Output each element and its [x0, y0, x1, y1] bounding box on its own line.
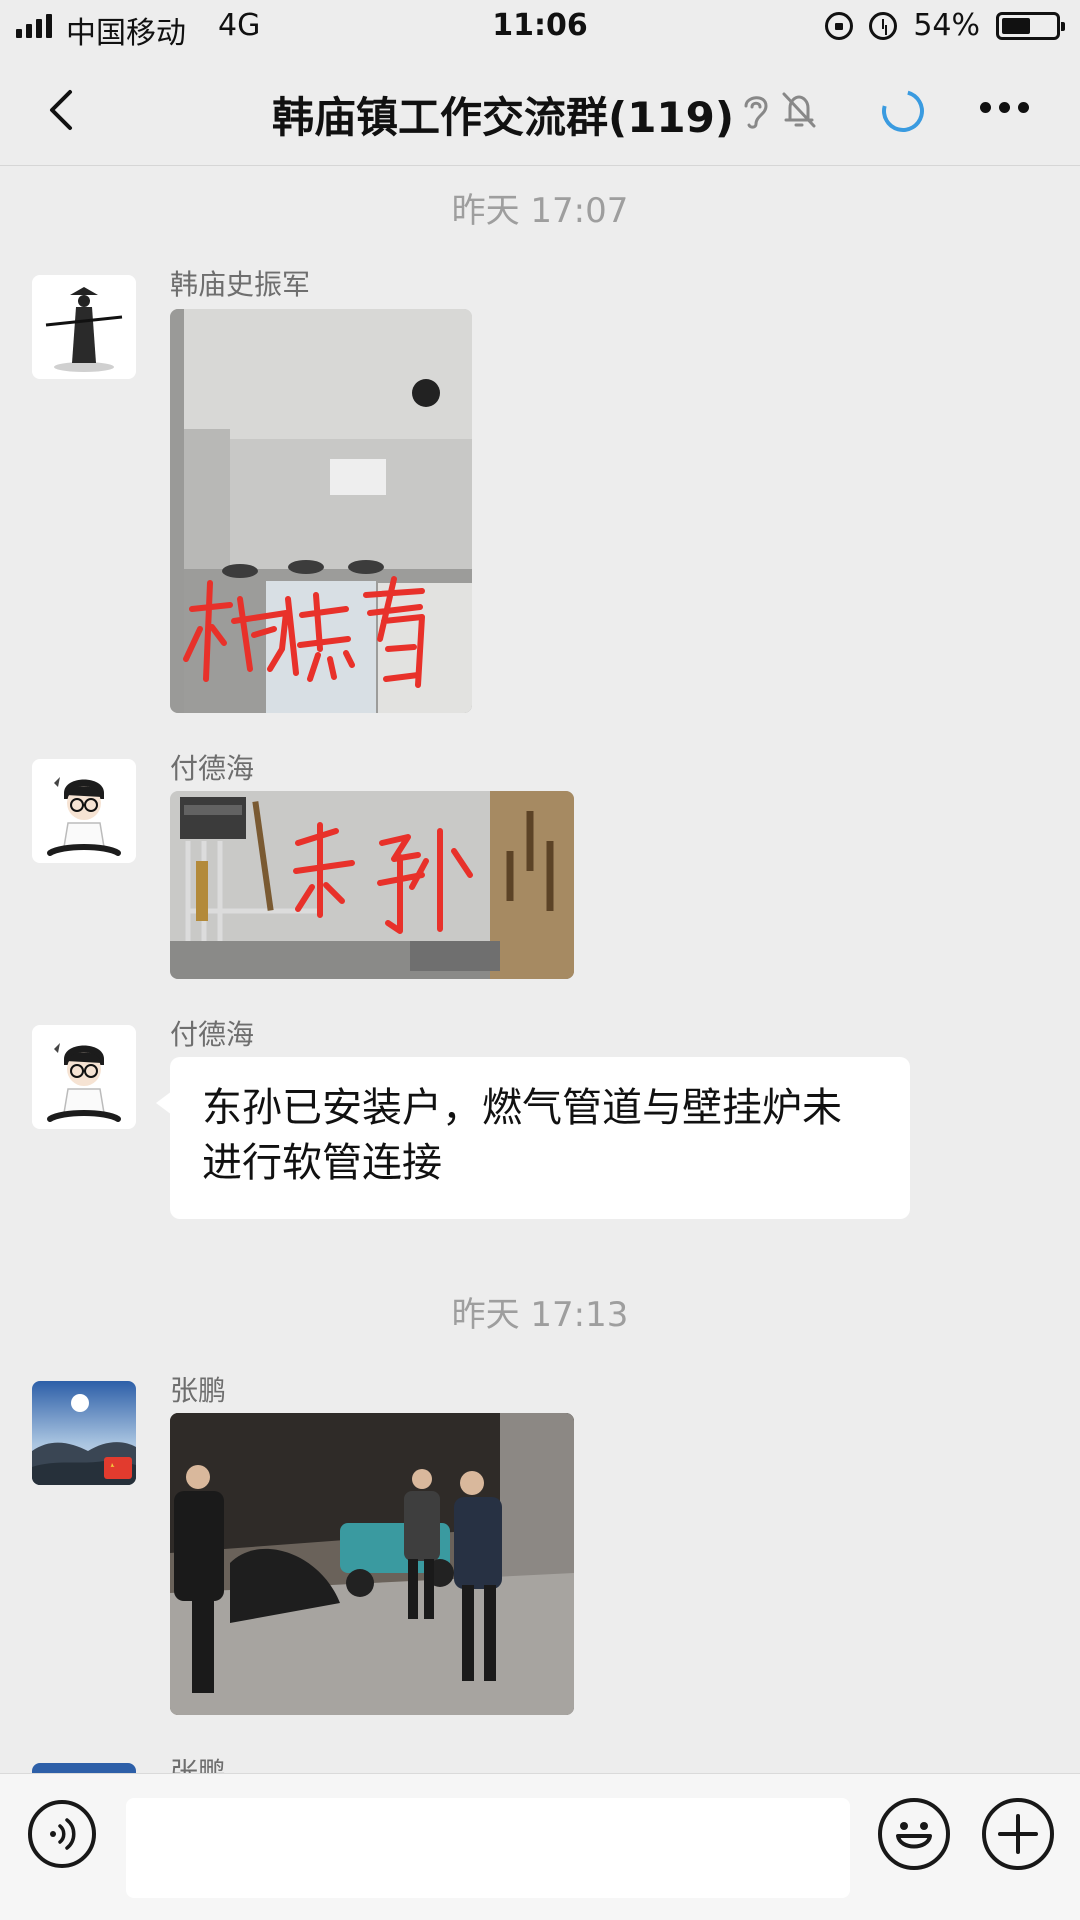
avatar[interactable] — [32, 275, 136, 379]
group-title: 韩庙镇工作交流群(119) — [272, 93, 735, 142]
avatar[interactable] — [32, 1381, 136, 1485]
battery-fill — [1002, 17, 1030, 34]
avatar[interactable] — [32, 759, 136, 863]
image-message[interactable] — [170, 309, 472, 713]
battery-percent: 54% — [913, 8, 980, 43]
sender-name: 张鹏 — [170, 1756, 227, 1773]
signal-icon — [16, 14, 52, 38]
voice-icon[interactable] — [28, 1800, 96, 1868]
bell-off-icon — [782, 92, 816, 128]
avatar[interactable] — [32, 1025, 136, 1129]
message-input[interactable] — [126, 1798, 850, 1898]
sender-name: 付德海 — [170, 1018, 255, 1051]
alarm-icon — [869, 11, 898, 40]
sender-name: 张鹏 — [170, 1374, 227, 1407]
time-stamp: 昨天 17:13 — [451, 1295, 629, 1335]
loading-icon — [874, 82, 932, 140]
message-list[interactable]: 昨天 17:07 韩庙史振军 付德海 付德海 东孙已安装户，燃气管道与壁挂炉未进… — [0, 167, 1080, 1773]
image-message[interactable] — [170, 1413, 574, 1715]
rotation-lock-icon — [825, 11, 854, 40]
plus-icon[interactable] — [982, 1798, 1054, 1870]
sender-name: 韩庙史振军 — [170, 268, 311, 301]
status-bar: 中国移动 4G 11:06 54% — [0, 0, 1080, 54]
image-message[interactable] — [170, 791, 574, 979]
emoji-icon[interactable] — [878, 1798, 950, 1870]
avatar[interactable] — [32, 1763, 136, 1773]
carrier-name: 中国移动 — [66, 16, 186, 51]
chat-header: 韩庙镇工作交流群(119) — [0, 54, 1080, 166]
input-bar — [0, 1773, 1080, 1920]
back-icon[interactable] — [40, 86, 88, 134]
more-icon[interactable] — [980, 102, 1030, 116]
sender-name: 付德海 — [170, 752, 255, 785]
text-message[interactable]: 东孙已安装户，燃气管道与壁挂炉未进行软管连接 — [156, 1057, 910, 1219]
network-type: 4G — [218, 8, 261, 43]
time-stamp: 昨天 17:07 — [451, 191, 629, 231]
battery-icon — [996, 11, 1065, 40]
earpiece-icon — [744, 96, 768, 129]
